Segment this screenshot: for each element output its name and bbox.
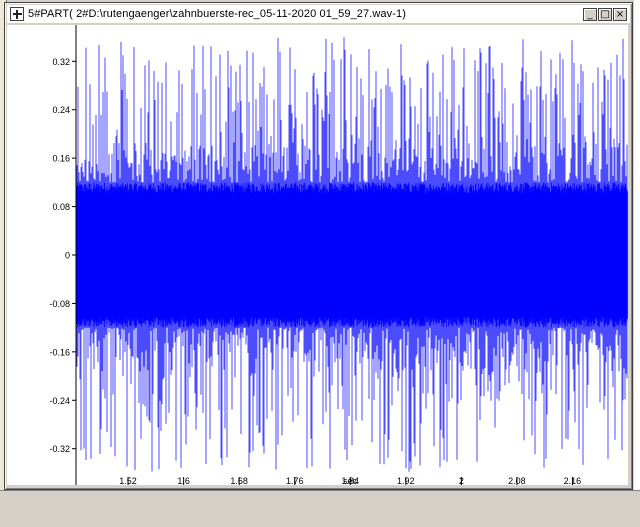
window-title: 5#PART( 2#D:\rutengaenger\zahnbuerste-re…	[28, 8, 406, 20]
x-axis-label: sec	[343, 476, 358, 486]
y-tick-label: 0.24	[52, 105, 70, 115]
y-tick-label: -0.16	[49, 347, 70, 357]
bottom-taskbar-area	[0, 490, 640, 527]
y-tick-label: 0.16	[52, 154, 70, 164]
waveform-chart[interactable]: 0.320.240.160.080-0.08-0.16-0.24-0.321.5…	[7, 25, 628, 485]
close-button[interactable]: ×	[613, 7, 627, 21]
y-tick-label: -0.08	[49, 299, 70, 309]
app-icon[interactable]	[10, 7, 24, 21]
y-tick-label: -0.32	[49, 444, 70, 454]
title-bar[interactable]: 5#PART( 2#D:\rutengaenger\zahnbuerste-re…	[7, 5, 630, 23]
background-window-edge-right	[634, 0, 640, 526]
y-tick-label: 0	[65, 251, 70, 261]
x-label-row: sec	[6, 476, 627, 488]
y-tick-label: 0.08	[52, 202, 70, 212]
y-tick-label: 0.32	[52, 57, 70, 67]
minimize-button[interactable]: _	[583, 7, 597, 21]
maximize-button[interactable]: □	[598, 7, 612, 21]
y-tick-label: -0.24	[49, 396, 70, 406]
plot-area[interactable]: 0.32 0.24 0.16 0.08 0 -0.08 -0.16 -0.24 -0.32 1.5…	[7, 25, 628, 485]
chart-window[interactable]: 5#PART( 2#D:\rutengaenger\zahnbuerste-re…	[4, 2, 633, 490]
